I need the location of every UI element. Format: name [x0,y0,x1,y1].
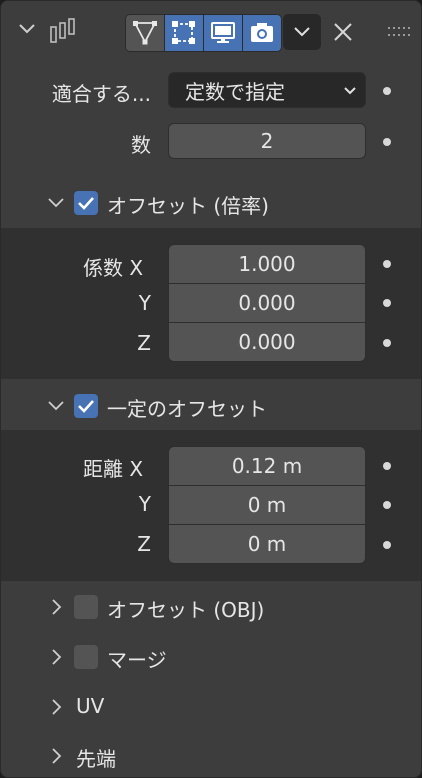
count-field[interactable]: 2 [168,123,366,159]
expand-chevron-right-icon[interactable] [48,648,66,666]
animate-dot[interactable] [383,299,391,307]
distance-z-field[interactable]: 0 m [168,524,366,564]
distance-x-field[interactable]: 0.12 m [168,446,366,486]
collapse-chevron-icon[interactable] [17,19,37,39]
offset-y-field[interactable]: 0.000 [168,283,366,323]
distance-y-field[interactable]: 0 m [168,485,366,525]
drag-handle-icon[interactable] [387,25,411,39]
modifier-header [1,1,421,57]
uv-title[interactable]: UV [76,694,104,718]
chevron-down-icon [344,87,356,95]
merge-title[interactable]: マージ [107,644,167,673]
merge-checkbox[interactable] [74,645,98,669]
field-value: 0.000 [238,291,296,315]
on-cage-toggle[interactable] [165,15,204,51]
field-value: 0.12 m [231,454,303,478]
expand-chevron-right-icon[interactable] [48,598,66,616]
count-label: 数 [131,133,151,157]
factor-x-label: 係数 X [83,252,143,281]
camera-icon [251,23,273,42]
axis-label: Y [138,492,151,516]
field-value: 1.000 [238,252,296,276]
axis-label: Y [138,291,151,315]
animate-dot[interactable] [383,541,391,549]
field-value: 0 m [247,532,287,556]
distance-x-label: 距離 X [83,453,143,482]
editmode-square-icon [172,21,195,44]
axis-label: X [129,457,144,481]
object-offset-title[interactable]: オフセット (OBJ) [107,594,264,623]
fit-type-value: 定数で指定 [185,79,285,104]
close-icon[interactable] [331,20,355,44]
animate-dot[interactable] [383,462,391,470]
axis-label: Z [137,331,151,355]
axis-label: Z [137,532,151,556]
array-modifier-icon [50,18,75,43]
expand-chevron-icon[interactable] [47,397,65,415]
array-modifier-panel: 適合する... 定数で指定 数 2 オフセット (倍率) 係数 X Y Z 1.… [0,0,422,778]
offset-x-field[interactable]: 1.000 [168,244,366,284]
viewport-toggle[interactable] [204,15,243,51]
field-value: 0.000 [238,330,296,354]
constant-offset-checkbox[interactable] [74,394,98,418]
expand-chevron-icon[interactable] [47,194,65,212]
fit-type-label: 適合する... [51,82,151,106]
fit-type-dropdown[interactable]: 定数で指定 [168,72,366,108]
relative-offset-checkbox[interactable] [74,191,98,215]
constant-offset-title: 一定のオフセット [107,397,267,421]
animate-dot[interactable] [383,87,391,95]
relative-offset-title: オフセット (倍率) [107,194,269,218]
animate-dot[interactable] [383,260,391,268]
checkmark-icon [78,197,94,210]
count-value: 2 [260,129,274,153]
modifier-menu-button[interactable] [283,14,321,50]
expand-chevron-right-icon[interactable] [48,747,66,765]
animate-dot[interactable] [383,501,391,509]
chevron-down-icon [294,27,310,37]
offset-z-field[interactable]: 0.000 [168,322,366,362]
constant-offset-fields: 0.12 m 0 m 0 m [168,446,366,566]
vertex-triangle-icon [133,21,157,45]
caps-title[interactable]: 先端 [76,743,116,772]
monitor-icon [211,22,235,43]
render-toggle[interactable] [243,15,281,51]
animate-dot[interactable] [383,339,391,347]
animate-dot[interactable] [383,138,391,146]
checkmark-icon [78,400,94,413]
distance-label: 距離 [83,457,123,481]
field-value: 0 m [247,493,287,517]
edit-mode-toggle[interactable] [126,15,165,51]
factor-label: 係数 [83,256,123,280]
visibility-toggles [125,14,282,52]
object-offset-checkbox[interactable] [74,595,98,619]
axis-label: X [129,256,144,280]
relative-offset-fields: 1.000 0.000 0.000 [168,244,366,364]
expand-chevron-right-icon[interactable] [48,698,66,716]
